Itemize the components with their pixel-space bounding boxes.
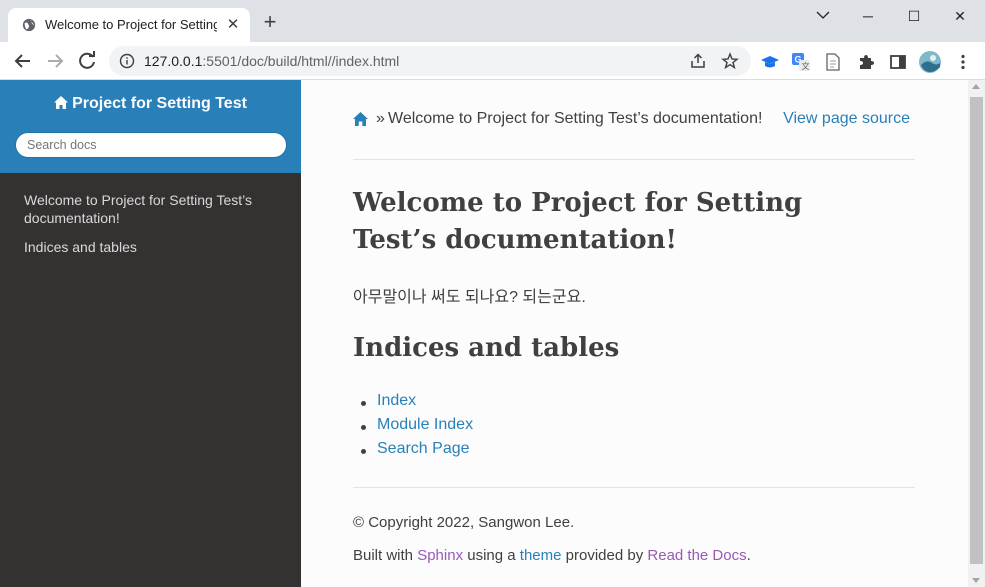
document-extension-icon[interactable] bbox=[823, 52, 843, 72]
project-name: Project for Setting Test bbox=[72, 95, 247, 112]
reload-icon[interactable] bbox=[73, 47, 101, 75]
url-host: 127.0.0.1 bbox=[144, 53, 203, 69]
built-prefix: Built with bbox=[353, 547, 418, 564]
profile-avatar[interactable] bbox=[919, 51, 941, 73]
new-tab-button[interactable]: + bbox=[259, 11, 281, 34]
search-docs-input[interactable] bbox=[15, 132, 287, 158]
main-content: » Welcome to Project for Setting Test’s … bbox=[353, 80, 915, 587]
built-provided: provided by bbox=[561, 547, 648, 564]
address-bar[interactable]: 127.0.0.1:5501/doc/build/html//index.htm… bbox=[109, 46, 751, 76]
tab-search-chevron-icon[interactable] bbox=[800, 7, 846, 23]
page-viewport: Project for Setting Test Welcome to Proj… bbox=[0, 80, 985, 587]
sidebar-item-indices[interactable]: Indices and tables bbox=[0, 238, 301, 256]
theme-link[interactable]: theme bbox=[520, 547, 562, 564]
list-item: Index bbox=[353, 392, 473, 416]
breadcrumb-home-icon[interactable] bbox=[353, 112, 368, 126]
project-home-link[interactable]: Project for Setting Test bbox=[0, 95, 301, 113]
breadcrumb: » Welcome to Project for Setting Test’s … bbox=[353, 110, 915, 130]
copyright-text: © Copyright 2022, Sangwon Lee. bbox=[353, 514, 575, 531]
module-index-link[interactable]: Module Index bbox=[377, 416, 473, 433]
scroll-up-arrow-icon[interactable] bbox=[972, 84, 980, 89]
vertical-scrollbar[interactable] bbox=[968, 80, 985, 587]
browser-tab[interactable]: Welcome to Project for Setting Test’s do… bbox=[8, 8, 250, 42]
extensions-puzzle-icon[interactable] bbox=[856, 52, 876, 72]
back-arrow-icon[interactable] bbox=[9, 47, 37, 75]
tab-close-icon[interactable]: ✕ bbox=[225, 17, 241, 33]
section-heading: Indices and tables bbox=[353, 333, 620, 363]
tab-strip: Welcome to Project for Setting Test’s do… bbox=[0, 0, 985, 42]
site-info-icon[interactable] bbox=[119, 53, 135, 69]
maximize-button[interactable]: ☐ bbox=[891, 2, 937, 30]
search-page-link[interactable]: Search Page bbox=[377, 440, 470, 457]
minimize-button[interactable]: ─ bbox=[845, 2, 891, 30]
sidebar-item-welcome[interactable]: Welcome to Project for Setting Test’s do… bbox=[0, 191, 301, 227]
breadcrumb-separator: » bbox=[376, 110, 385, 127]
url-text[interactable]: 127.0.0.1:5501/doc/build/html//index.htm… bbox=[144, 53, 399, 69]
sidebar: Project for Setting Test Welcome to Proj… bbox=[0, 80, 301, 587]
bookmark-star-icon[interactable] bbox=[721, 52, 739, 70]
page-title: Welcome to Project for Setting Test’s do… bbox=[353, 188, 803, 255]
view-page-source-link[interactable]: View page source bbox=[783, 110, 910, 128]
forward-arrow-icon[interactable] bbox=[41, 47, 69, 75]
breadcrumb-current: Welcome to Project for Setting Test’s do… bbox=[388, 110, 763, 127]
built-period: . bbox=[746, 547, 751, 564]
home-icon bbox=[54, 96, 69, 109]
globe-icon bbox=[22, 18, 36, 32]
index-link[interactable]: Index bbox=[377, 392, 416, 409]
divider bbox=[353, 487, 915, 488]
list-item: Search Page bbox=[353, 440, 473, 464]
translate-extension-icon[interactable]: G 文 bbox=[791, 52, 811, 72]
read-the-docs-link[interactable]: Read the Docs bbox=[647, 547, 746, 564]
built-with-text: Built with Sphinx using a theme provided… bbox=[353, 547, 751, 564]
svg-text:文: 文 bbox=[802, 61, 810, 71]
sidebar-header: Project for Setting Test bbox=[0, 80, 301, 173]
built-using: using a bbox=[463, 547, 520, 564]
kebab-menu-icon[interactable] bbox=[953, 52, 973, 72]
browser-toolbar: 127.0.0.1:5501/doc/build/html//index.htm… bbox=[0, 42, 985, 80]
index-links-list: Index Module Index Search Page bbox=[353, 392, 473, 464]
side-panel-icon[interactable] bbox=[888, 52, 908, 72]
divider bbox=[353, 159, 915, 160]
list-item: Module Index bbox=[353, 416, 473, 440]
sphinx-link[interactable]: Sphinx bbox=[417, 547, 463, 564]
url-path: :5501/doc/build/html//index.html bbox=[202, 53, 400, 69]
sidebar-toc: Welcome to Project for Setting Test’s do… bbox=[0, 191, 301, 267]
scroll-down-arrow-icon[interactable] bbox=[972, 578, 980, 583]
share-icon[interactable] bbox=[689, 52, 707, 70]
graduation-cap-extension-icon[interactable] bbox=[760, 52, 780, 72]
close-window-button[interactable]: ✕ bbox=[937, 2, 983, 30]
scrollbar-thumb[interactable] bbox=[970, 97, 983, 564]
intro-paragraph: 아무말이나 써도 되나요? 되는군요. bbox=[353, 289, 586, 306]
tab-title: Welcome to Project for Setting Test’s do… bbox=[45, 17, 217, 32]
